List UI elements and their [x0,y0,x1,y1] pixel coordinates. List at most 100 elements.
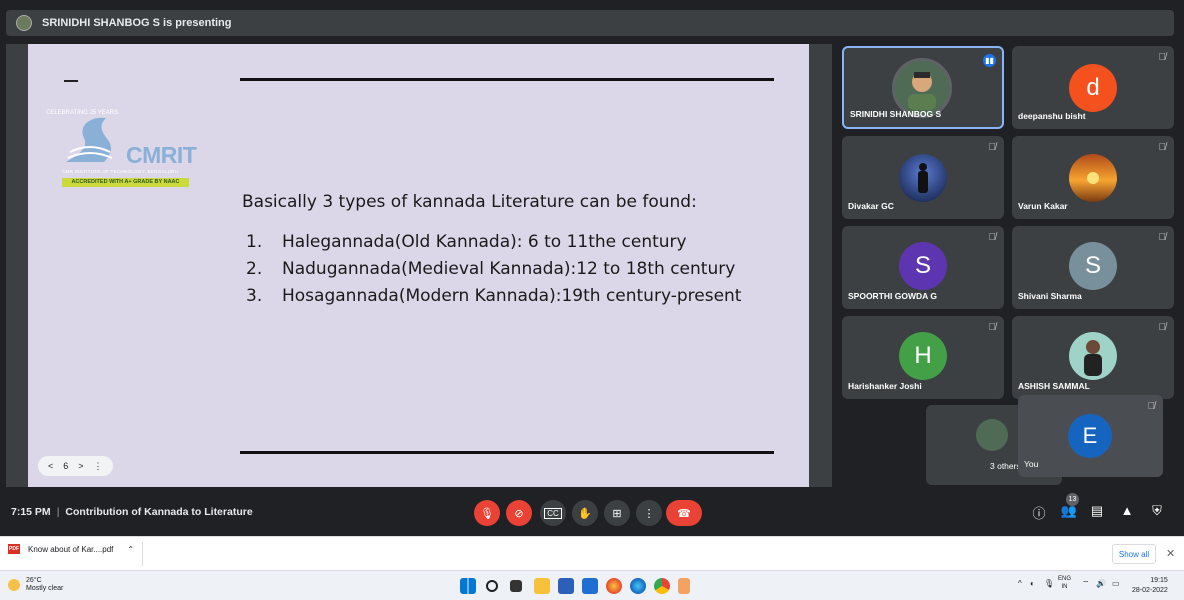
close-icon[interactable]: ✕ [1166,547,1175,560]
mic-off-icon: 🎙̸ [988,232,997,243]
leave-call-button[interactable]: ☎ [666,500,702,526]
person-icon [908,72,936,110]
weather-condition: Mostly clear [26,585,64,592]
slide-page-number: 6 [63,461,69,471]
participant-tile[interactable]: 🎙̸ Varun Kakar [1012,136,1174,219]
avatar: d [1069,64,1117,112]
search-icon[interactable] [486,580,498,592]
mic-off-icon: 🎙̸ [1158,52,1167,63]
captions-icon: CC [544,507,562,519]
more-options-button[interactable]: ⋮ [636,500,662,526]
self-name: You [1024,459,1039,469]
avatar: H [899,332,947,380]
chevron-up-icon[interactable]: ⌃ [127,545,134,554]
participant-name: Divakar GC [848,201,894,211]
slide-navigator: < 6 > ⋮ [38,456,113,476]
volume-icon[interactable]: 🔊 [1096,579,1106,588]
weather-widget[interactable]: 26°C Mostly clear [8,577,63,593]
download-file-name: Know about of Kar....pdf [28,544,114,554]
slide-bottom-rule [240,451,774,454]
presenter-avatar [16,15,32,31]
avatar [899,154,947,202]
camera-off-icon: ⊘ [514,507,524,520]
swan-icon [66,117,113,162]
captions-button[interactable]: CC [540,500,566,526]
participant-name: Shivani Sharma [1018,291,1082,301]
host-controls-icon[interactable]: ⛨ [1148,503,1166,519]
slide-dash [64,80,78,82]
download-item[interactable]: PDF Know about of Kar....pdf ⌃ [8,544,134,554]
participant-tile[interactable]: ▮▮ SRINIDHI SHANBOG S [842,46,1004,129]
app-icon[interactable] [678,578,690,594]
hang-up-icon: ☎ [677,507,691,520]
list-item: 3. Hosagannada(Modern Kannada):19th centu… [246,286,742,306]
mic-off-icon: 🎙̸ [988,142,997,153]
slide-top-rule [240,78,774,81]
slide-list: 1. Halegannada(Old Kannada): 6 to 11the c… [246,232,741,313]
participant-tile[interactable]: 🎙̸ d deepanshu bisht [1012,46,1174,129]
system-clock[interactable]: 19:15 28-02-2022 [1132,576,1168,596]
participant-count-badge: 13 [1066,493,1079,506]
file-explorer-icon[interactable] [534,578,550,594]
participant-name: SPOORTHI GOWDA G [848,291,937,301]
participant-tile[interactable]: 🎙̸ S SPOORTHI GOWDA G [842,226,1004,309]
more-vert-icon: ⋮ [643,507,655,520]
participant-tile[interactable]: 🎙̸ H Harishanker Joshi [842,316,1004,399]
mic-off-icon: 🎙̸ [988,322,997,333]
wifi-icon[interactable]: ⌔ [1082,579,1090,589]
start-icon[interactable] [460,578,476,594]
self-tile[interactable]: 🎙̸ E You [1018,395,1163,477]
chat-icon[interactable]: ▤ [1088,503,1106,519]
prev-slide-button[interactable]: < [48,461,53,471]
cmrit-logo: CELEBRATING 25 YEARS CMRIT CMR INSTITUTE… [42,106,212,196]
mic-off-icon: 🎙̸ [1158,322,1167,333]
silhouette-icon [918,163,928,193]
logo-wordmark: CMRIT [126,142,197,168]
camera-toggle-button[interactable]: ⊘ [506,500,532,526]
windows-taskbar: 26°C Mostly clear ^ ◐ 🎙 ENG IN ⌔ 🔊 ▭ 19:… [0,570,1184,600]
divider [142,542,143,566]
edge-icon[interactable] [630,578,646,594]
task-view-icon[interactable] [510,580,522,592]
meeting-title: Contribution of Kannada to Literature [65,506,253,518]
chevron-up-icon[interactable]: ^ [1018,579,1022,588]
present-button[interactable]: ⊞ [604,500,630,526]
network-app-icon[interactable]: ◐ [1030,579,1035,588]
mic-off-icon: 🎙 [480,507,494,520]
self-avatar: E [1068,414,1112,458]
activities-icon[interactable]: ▲ [1118,503,1136,518]
participant-tile[interactable]: 🎙̸ ASHISH SAMMAL [1012,316,1174,399]
present-screen-icon: ⊞ [612,507,622,520]
hand-icon: ✋ [578,507,592,520]
firefox-icon[interactable] [606,578,622,594]
others-avatar [976,419,1008,451]
raise-hand-button[interactable]: ✋ [572,500,598,526]
mail-icon[interactable] [582,578,598,594]
show-all-button[interactable]: Show all [1112,544,1156,564]
avatar: S [899,242,947,290]
mic-off-icon: 🎙̸ [1158,142,1167,153]
presenting-banner: SRINIDHI SHANBOG S is presenting [6,10,1174,36]
meet-window: SRINIDHI SHANBOG S is presenting CELEBRA… [0,0,1184,536]
list-item: 2. Nadugannada(Medieval Kannada):12 to 18… [246,259,736,279]
language-indicator[interactable]: ENG IN [1058,575,1071,591]
next-slide-button[interactable]: > [78,461,83,471]
sun-icon [1087,172,1099,184]
mic-toggle-button[interactable]: 🎙 [474,500,500,526]
info-icon[interactable]: ⓘ [1030,503,1048,522]
mic-icon[interactable]: 🎙 [1044,579,1054,588]
naac-badge: ACCREDITED WITH A+ GRADE BY NAAC [62,178,189,187]
speaking-indicator-icon: ▮▮ [983,54,996,67]
meeting-controls: 7:15 PM | Contribution of Kannada to Liter… [0,490,1184,536]
participant-name: deepanshu bisht [1018,111,1086,121]
battery-icon[interactable]: ▭ [1112,579,1120,588]
others-label: 3 others [990,461,1021,471]
chrome-icon[interactable] [654,578,670,594]
store-icon[interactable] [558,578,574,594]
participant-tile[interactable]: 🎙̸ S Shivani Sharma [1012,226,1174,309]
participant-tile[interactable]: 🎙̸ Divakar GC [842,136,1004,219]
slide-more-button[interactable]: ⋮ [94,461,103,472]
presentation-slide: CELEBRATING 25 YEARS CMRIT CMR INSTITUTE… [28,44,809,487]
temperature: 26°C [26,577,42,584]
meeting-info: 7:15 PM | Contribution of Kannada to Liter… [11,506,253,518]
